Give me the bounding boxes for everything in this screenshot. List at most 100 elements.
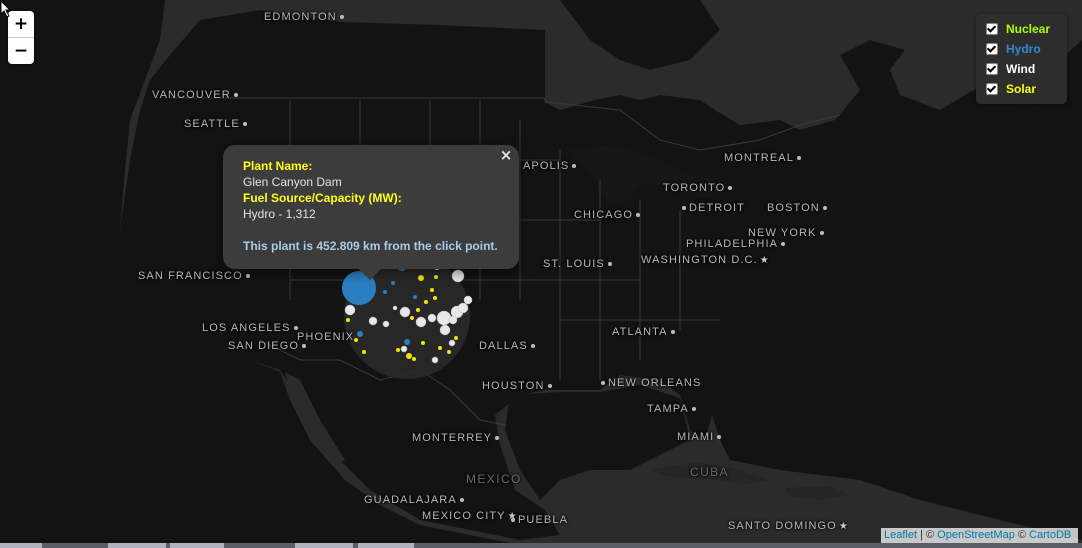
taskbar-item[interactable] [0, 543, 42, 548]
wind-plant-marker[interactable] [457, 302, 469, 314]
city-label-puebla: PUEBLA [508, 514, 568, 526]
city-name: PUEBLA [518, 514, 569, 526]
solar-plant-marker[interactable] [424, 300, 428, 304]
solar-plant-marker[interactable] [454, 336, 458, 340]
hydro-plant-marker[interactable] [383, 290, 387, 294]
solar-plant-marker[interactable] [434, 275, 438, 279]
popup-distance: This plant is 452.809 km from the click … [243, 239, 498, 253]
city-dot-icon [670, 330, 675, 335]
zoom-control: + − [8, 11, 34, 64]
solar-plant-marker[interactable] [396, 348, 400, 352]
taskbar-item[interactable] [295, 543, 353, 548]
popup-fuel-key: Fuel Source/Capacity (MW): [243, 191, 402, 205]
wind-plant-marker[interactable] [368, 316, 378, 326]
nuclear-checkbox[interactable] [986, 23, 998, 35]
attribution: Leaflet | © OpenStreetMap © CartoDB [881, 528, 1078, 543]
city-dot-icon [242, 122, 247, 127]
solar-plant-marker[interactable] [410, 316, 414, 320]
zoom-out-button[interactable]: − [8, 37, 34, 64]
hydro-checkbox[interactable] [986, 43, 998, 55]
capital-star-icon: ★ [838, 521, 849, 532]
popup-name-key: Plant Name: [243, 159, 313, 173]
city-dot-icon [547, 384, 552, 389]
wind-checkbox[interactable] [986, 63, 998, 75]
wind-plant-marker[interactable] [427, 313, 437, 323]
wind-plant-marker[interactable] [448, 315, 458, 325]
hydro-plant-marker[interactable] [357, 331, 363, 337]
city-name: MIAMI [677, 431, 715, 443]
city-label-washington: WASHINGTON D.C. ★ [641, 254, 772, 266]
city-name: HOUSTON [482, 380, 545, 392]
hydro-plant-marker[interactable] [413, 295, 417, 299]
city-dot-icon [607, 262, 612, 267]
solar-plant-marker[interactable] [421, 341, 425, 345]
solar-plant-marker[interactable] [346, 318, 350, 322]
city-label-tampa: TAMPA [647, 403, 699, 415]
city-label-edmonton: EDMONTON [264, 11, 347, 23]
wind-plant-marker[interactable] [344, 304, 356, 316]
city-label-guadalajara: GUADALAJARA [364, 494, 467, 506]
popup-name-value: Glen Canyon Dam [243, 175, 342, 189]
map[interactable]: EDMONTON VANCOUVER SEATTLE MONTREAL TORONTO D… [0, 0, 1082, 548]
leaflet-link[interactable]: Leaflet [884, 529, 917, 541]
wind-plant-marker[interactable] [399, 306, 411, 318]
osm-link[interactable]: OpenStreetMap [937, 529, 1015, 541]
layer-nuclear[interactable]: Nuclear [986, 21, 1050, 37]
city-label-minneapolis: APOLIS [523, 160, 579, 172]
city-name: BOSTON [767, 202, 820, 214]
city-dot-icon [530, 344, 535, 349]
solar-plant-marker[interactable] [447, 350, 451, 354]
carto-link[interactable]: CartoDB [1029, 529, 1071, 541]
popup-close-button[interactable]: × [499, 147, 513, 163]
hydro-plant-marker[interactable] [391, 281, 395, 285]
city-label-toronto: TORONTO [663, 182, 735, 194]
city-name: MONTREAL [724, 152, 794, 164]
city-label-detroit: DETROIT [679, 202, 745, 214]
city-dot-icon [636, 213, 641, 218]
solar-plant-marker[interactable] [362, 350, 366, 354]
wind-plant-marker[interactable] [431, 356, 439, 364]
city-dot-icon [302, 344, 307, 349]
wind-plant-marker[interactable] [436, 310, 452, 326]
wind-plant-marker[interactable] [439, 324, 451, 336]
city-dot-icon [819, 231, 824, 236]
solar-checkbox[interactable] [986, 83, 998, 95]
layer-wind[interactable]: Wind [986, 61, 1035, 77]
taskbar-item[interactable] [170, 543, 224, 548]
solar-plant-marker[interactable] [433, 296, 437, 300]
taskbar-item[interactable] [108, 543, 166, 548]
solar-plant-marker[interactable] [412, 357, 416, 361]
wind-plant-marker[interactable] [448, 339, 456, 347]
city-label-seattle: SEATTLE [184, 118, 250, 130]
solar-plant-marker[interactable] [354, 338, 358, 342]
city-dot-icon [691, 407, 696, 412]
wind-plant-marker[interactable] [400, 345, 408, 353]
city-name: TORONTO [663, 182, 726, 194]
wind-plant-marker[interactable] [392, 305, 398, 311]
solar-plant-marker[interactable] [438, 346, 442, 350]
layer-control: Nuclear Hydro Wind Solar [976, 14, 1067, 104]
hydro-plant-marker[interactable] [404, 339, 410, 345]
city-label-phoenix: PHOENIX [297, 331, 354, 343]
city-label-dallas: DALLAS [479, 340, 538, 352]
city-name: CHICAGO [574, 209, 634, 221]
wind-plant-marker[interactable] [382, 320, 390, 328]
solar-plant-marker[interactable] [416, 308, 420, 312]
city-name: MEXICO CITY [422, 510, 506, 522]
city-name: SAN DIEGO [228, 340, 300, 352]
solar-plant-marker[interactable] [430, 288, 434, 292]
layer-solar[interactable]: Solar [986, 81, 1036, 97]
wind-plant-marker[interactable] [451, 269, 465, 283]
mouse-cursor-icon [0, 0, 12, 18]
solar-plant-marker[interactable] [406, 353, 412, 359]
taskbar-item[interactable] [358, 543, 414, 548]
city-label-chicago: CHICAGO [574, 209, 643, 221]
wind-plant-marker[interactable] [415, 316, 427, 328]
solar-plant-marker[interactable] [418, 275, 424, 281]
city-dot-icon [339, 15, 344, 20]
wind-plant-marker[interactable] [463, 295, 473, 305]
city-name: MONTERREY [412, 432, 493, 444]
layer-hydro[interactable]: Hydro [986, 41, 1041, 57]
layer-label-solar: Solar [1006, 82, 1037, 96]
city-name: SANTO DOMINGO [728, 520, 837, 532]
